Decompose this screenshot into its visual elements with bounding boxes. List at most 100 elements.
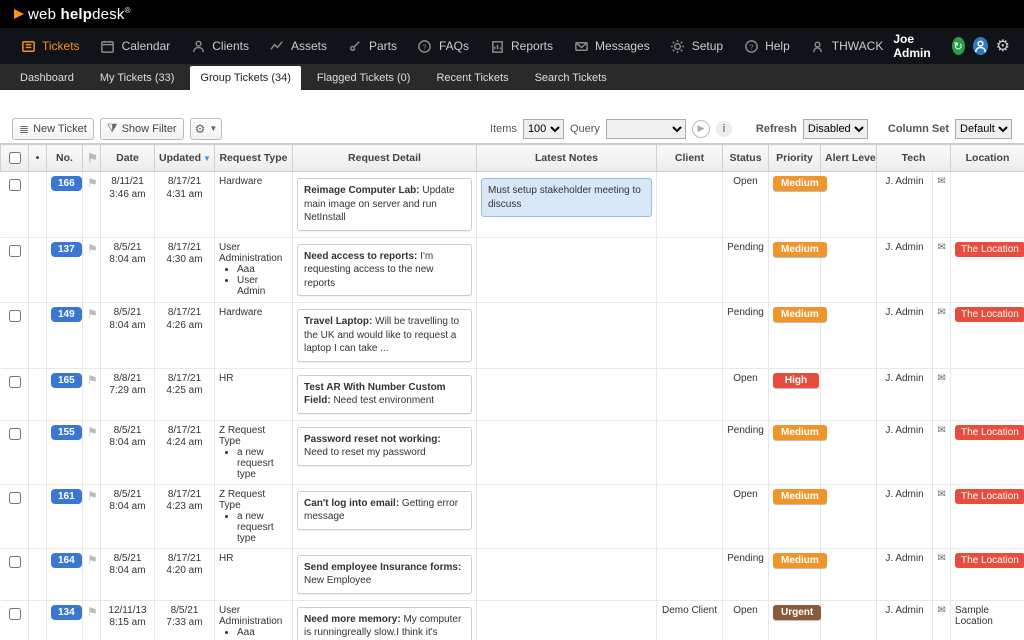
latest-note[interactable]: Must setup stakeholder meeting to discus…: [481, 178, 652, 217]
refresh-select[interactable]: Disabled: [803, 119, 868, 139]
col-updated[interactable]: Updated▼: [155, 145, 215, 172]
current-user-name[interactable]: Joe Admin: [893, 32, 937, 60]
table-row[interactable]: 155⚑8/5/218:04 am8/17/214:24 amZ Request…: [1, 420, 1024, 484]
items-select[interactable]: 100: [523, 119, 564, 139]
row-checkbox[interactable]: [9, 428, 21, 440]
refresh-label: Refresh: [756, 123, 797, 135]
col-location[interactable]: Location: [951, 145, 1024, 172]
table-row[interactable]: 164⚑8/5/218:04 am8/17/214:20 amHRSend em…: [1, 548, 1024, 600]
nav-calendar[interactable]: Calendar: [90, 28, 181, 64]
main-nav: TicketsCalendarClientsAssetsParts?FAQsRe…: [0, 28, 1024, 64]
nav-messages[interactable]: Messages: [563, 28, 660, 64]
ticket-number-badge[interactable]: 164: [51, 553, 82, 568]
settings-gear-icon[interactable]: ⚙: [996, 37, 1010, 55]
ticket-number-badge[interactable]: 166: [51, 176, 82, 191]
col-client[interactable]: Client: [657, 145, 723, 172]
table-row[interactable]: 166⚑8/11/213:46 am8/17/214:31 amHardware…: [1, 172, 1024, 238]
request-detail[interactable]: Need more memory: My computer is running…: [297, 607, 472, 640]
col-no[interactable]: No.: [47, 145, 83, 172]
row-checkbox[interactable]: [9, 608, 21, 620]
subtab-recent-tickets[interactable]: Recent Tickets: [426, 66, 518, 90]
flag-icon[interactable]: ⚑: [87, 176, 98, 190]
select-all-checkbox[interactable]: [9, 152, 21, 164]
mail-icon[interactable]: ✉: [937, 553, 945, 564]
mail-icon[interactable]: ✉: [937, 176, 945, 187]
col-alert-level[interactable]: Alert Level: [821, 145, 877, 172]
query-info-button[interactable]: i: [716, 121, 732, 137]
nav-thwack[interactable]: THWACK: [800, 28, 894, 64]
request-detail[interactable]: Test AR With Number Custom Field: Need t…: [297, 375, 472, 414]
new-ticket-button[interactable]: ≣ New Ticket: [12, 118, 94, 140]
request-detail[interactable]: Can't log into email: Getting error mess…: [297, 491, 472, 530]
flag-icon[interactable]: ⚑: [87, 242, 98, 256]
mail-icon[interactable]: ✉: [937, 605, 945, 616]
flag-icon[interactable]: ⚑: [87, 489, 98, 503]
request-detail[interactable]: Password reset not working: Need to rese…: [297, 427, 472, 466]
col-date[interactable]: Date: [101, 145, 155, 172]
request-detail[interactable]: Reimage Computer Lab: Update main image …: [297, 178, 472, 231]
show-filter-button[interactable]: ⧩ Show Filter: [100, 118, 184, 140]
row-checkbox[interactable]: [9, 245, 21, 257]
nav-clients[interactable]: Clients: [180, 28, 259, 64]
request-detail[interactable]: Travel Laptop: Will be travelling to the…: [297, 309, 472, 362]
row-checkbox[interactable]: [9, 492, 21, 504]
row-checkbox[interactable]: [9, 179, 21, 191]
col-latest-notes[interactable]: Latest Notes: [477, 145, 657, 172]
flag-icon[interactable]: ⚑: [87, 373, 98, 387]
subtab-search-tickets[interactable]: Search Tickets: [525, 66, 617, 90]
ticket-number-badge[interactable]: 134: [51, 605, 82, 620]
col-request-type[interactable]: Request Type: [215, 145, 293, 172]
status-cell: Open: [723, 600, 769, 640]
client-cell: [657, 420, 723, 484]
ticket-number-badge[interactable]: 155: [51, 425, 82, 440]
mail-icon[interactable]: ✉: [937, 373, 945, 384]
ticket-number-badge[interactable]: 137: [51, 242, 82, 257]
col-tech[interactable]: Tech: [877, 145, 951, 172]
table-row[interactable]: 137⚑8/5/218:04 am8/17/214:30 amUser Admi…: [1, 237, 1024, 303]
ticket-number-badge[interactable]: 165: [51, 373, 82, 388]
query-select[interactable]: [606, 119, 686, 139]
col-spacer[interactable]: •: [29, 145, 47, 172]
mail-icon[interactable]: ✉: [937, 307, 945, 318]
request-detail[interactable]: Send employee Insurance forms: New Emplo…: [297, 555, 472, 594]
col-status[interactable]: Status: [723, 145, 769, 172]
row-checkbox[interactable]: [9, 376, 21, 388]
user-avatar-icon[interactable]: [973, 37, 988, 55]
mail-icon[interactable]: ✉: [937, 242, 945, 253]
col-priority[interactable]: Priority: [769, 145, 821, 172]
subtab-group-tickets-34-[interactable]: Group Tickets (34): [190, 66, 300, 90]
nav-parts[interactable]: Parts: [337, 28, 407, 64]
nav-setup[interactable]: Setup: [660, 28, 733, 64]
flag-icon[interactable]: ⚑: [87, 605, 98, 619]
nav-reports[interactable]: Reports: [479, 28, 563, 64]
faqs-icon: ?: [417, 38, 433, 54]
nav-help[interactable]: ?Help: [733, 28, 800, 64]
row-checkbox[interactable]: [9, 310, 21, 322]
table-row[interactable]: 149⚑8/5/218:04 am8/17/214:26 amHardwareT…: [1, 303, 1024, 369]
run-query-button[interactable]: ▶: [692, 120, 710, 138]
flag-icon[interactable]: ⚑: [87, 307, 98, 321]
ticket-number-badge[interactable]: 161: [51, 489, 82, 504]
col-checkbox[interactable]: [1, 145, 29, 172]
col-flag[interactable]: ⚑: [83, 145, 101, 172]
subtab-my-tickets-33-[interactable]: My Tickets (33): [90, 66, 185, 90]
status-online-icon[interactable]: ↻: [952, 37, 965, 55]
gear-menu-button[interactable]: ⚙ ▼: [190, 118, 223, 140]
table-row[interactable]: 134⚑12/11/138:15 am8/5/217:33 amUser Adm…: [1, 600, 1024, 640]
flag-icon[interactable]: ⚑: [87, 553, 98, 567]
table-row[interactable]: 161⚑8/5/218:04 am8/17/214:23 amZ Request…: [1, 484, 1024, 548]
subtab-dashboard[interactable]: Dashboard: [10, 66, 84, 90]
flag-icon[interactable]: ⚑: [87, 425, 98, 439]
nav-tickets[interactable]: Tickets: [10, 28, 90, 64]
col-request-detail[interactable]: Request Detail: [293, 145, 477, 172]
row-checkbox[interactable]: [9, 556, 21, 568]
ticket-number-badge[interactable]: 149: [51, 307, 82, 322]
nav-faqs[interactable]: ?FAQs: [407, 28, 479, 64]
mail-icon[interactable]: ✉: [937, 425, 945, 436]
subtab-flagged-tickets-0-[interactable]: Flagged Tickets (0): [307, 66, 421, 90]
mail-icon[interactable]: ✉: [937, 489, 945, 500]
columnset-select[interactable]: Default: [955, 119, 1012, 139]
table-row[interactable]: 165⚑8/8/217:29 am8/17/214:25 amHRTest AR…: [1, 368, 1024, 420]
request-detail[interactable]: Need access to reports: I'm requesting a…: [297, 244, 472, 297]
nav-assets[interactable]: Assets: [259, 28, 337, 64]
